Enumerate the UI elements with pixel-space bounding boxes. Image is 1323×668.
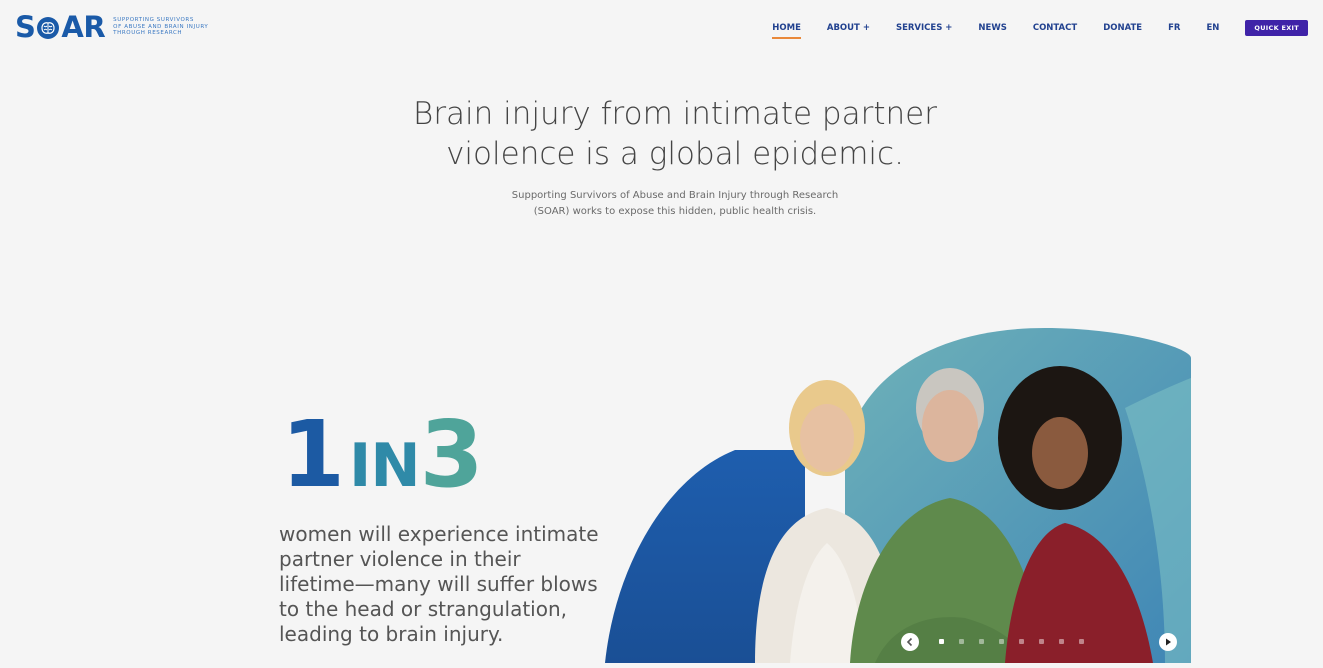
- statistic-line: women will experience intimate: [279, 522, 599, 546]
- slider-dot[interactable]: [959, 639, 964, 644]
- brain-icon: [36, 15, 60, 39]
- statistic-headline: 1 IN 3: [281, 401, 484, 508]
- slider-dot[interactable]: [979, 639, 984, 644]
- page: S AR Supporting Survivors of Abuse and B…: [0, 0, 1323, 668]
- statistic-line: leading to brain injury.: [279, 622, 504, 646]
- nav-item-lang-en[interactable]: EN: [1206, 23, 1219, 33]
- statistic-line: to the head or strangulation,: [279, 597, 567, 621]
- nav-item-home[interactable]: HOME: [772, 23, 801, 39]
- slider-dot[interactable]: [1059, 639, 1064, 644]
- statistic-line: lifetime—many will suffer blows: [279, 572, 598, 596]
- quick-exit-button[interactable]: QUICK EXIT: [1245, 20, 1308, 36]
- logo-wordmark: S AR: [15, 10, 106, 44]
- nav-item-donate[interactable]: DONATE: [1103, 23, 1142, 33]
- nav-item-services[interactable]: SERVICES +: [896, 23, 952, 33]
- statistic-description: women will experience intimate partner v…: [279, 522, 609, 647]
- nav-item-contact[interactable]: CONTACT: [1033, 23, 1077, 33]
- nav-item-news[interactable]: NEWS: [978, 23, 1006, 33]
- statistic-three: 3: [419, 401, 484, 508]
- statistic-line: partner violence in their: [279, 547, 521, 571]
- hero-title-line: Brain injury from intimate partner: [413, 96, 937, 132]
- statistic-in: IN: [349, 431, 421, 501]
- nav-item-about[interactable]: ABOUT +: [827, 23, 870, 33]
- hero-title-line: violence is a global epidemic.: [446, 136, 904, 172]
- slider-next-button[interactable]: [1159, 633, 1177, 651]
- chevron-left-icon: [905, 637, 915, 647]
- logo-tagline: Supporting Survivors of Abuse and Brain …: [113, 17, 228, 37]
- main-nav: HOME ABOUT + SERVICES + NEWS CONTACT DON…: [746, 20, 1308, 39]
- slider-prev-button[interactable]: [901, 633, 919, 651]
- hero-photo: [605, 328, 1191, 663]
- slider-dot[interactable]: [999, 639, 1004, 644]
- slider-dot[interactable]: [1019, 639, 1024, 644]
- statistic-one: 1: [281, 401, 345, 508]
- nav-item-lang-fr[interactable]: FR: [1168, 23, 1180, 33]
- site-logo[interactable]: S AR Supporting Survivors of Abuse and B…: [15, 12, 228, 42]
- logo-tagline-line: through Research: [113, 30, 183, 37]
- hero-title: Brain injury from intimate partner viole…: [0, 94, 1323, 174]
- slider-dot[interactable]: [1079, 639, 1084, 644]
- slider-dot[interactable]: [1039, 639, 1044, 644]
- hero-subtitle: Supporting Survivors of Abuse and Brain …: [0, 188, 1323, 220]
- hero-subtitle-line: Supporting Survivors of Abuse and Brain …: [511, 190, 839, 201]
- slider-dot[interactable]: [939, 639, 944, 644]
- hero-slider: [605, 328, 1191, 663]
- play-icon: [1163, 637, 1173, 647]
- hero-subtitle-line: (SOAR) works to expose this hidden, publ…: [533, 206, 817, 217]
